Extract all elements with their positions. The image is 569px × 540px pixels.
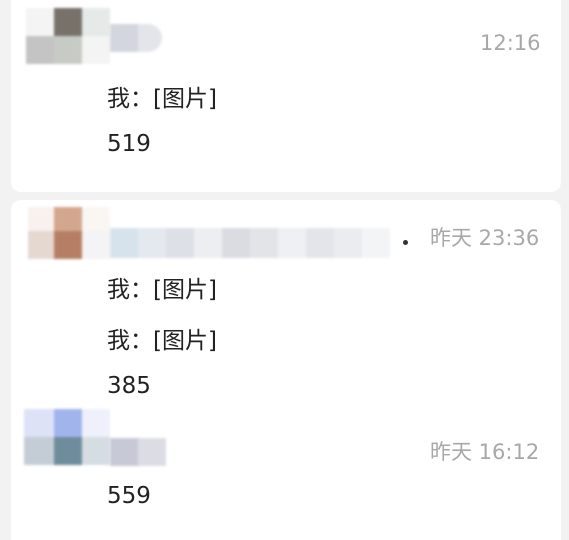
message-time: 昨天 16:12: [430, 440, 540, 464]
name-truncation-dot: [403, 240, 408, 245]
message-preview-line: 385: [107, 373, 151, 399]
contact-name-pixelated: [110, 24, 162, 52]
message-preview-line: 我：[图片]: [107, 328, 217, 354]
avatar-pixelated[interactable]: [28, 207, 110, 259]
message-time: 12:16: [480, 31, 541, 55]
contact-name-pixelated: [110, 228, 390, 258]
message-preview-line: 559: [107, 483, 151, 509]
avatar-pixelated[interactable]: [26, 8, 110, 64]
message-preview-line: 519: [107, 131, 151, 157]
contact-name-pixelated: [110, 438, 166, 466]
message-time: 昨天 23:36: [430, 226, 540, 250]
avatar-pixelated[interactable]: [24, 409, 110, 465]
message-preview-line: 我：[图片]: [107, 86, 217, 112]
message-preview-line: 我：[图片]: [107, 277, 217, 303]
